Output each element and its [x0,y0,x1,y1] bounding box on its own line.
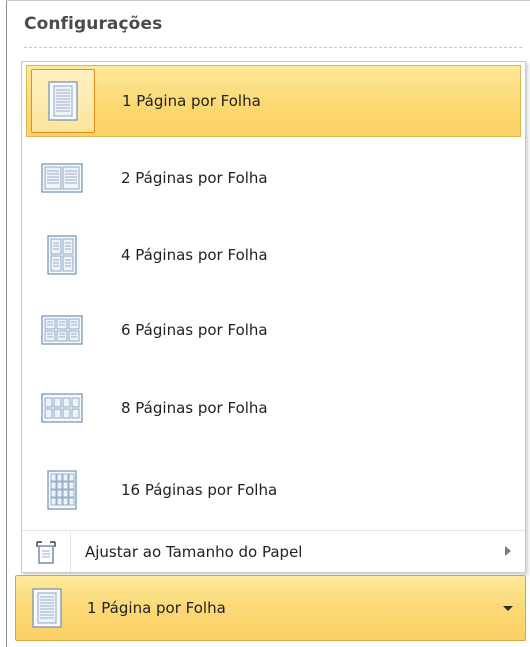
option-6-pages-per-sheet[interactable]: 6 Páginas por Folha [26,294,521,366]
option-1-page-per-sheet[interactable]: 1 Página por Folha [26,65,521,137]
window-border-left [6,0,7,647]
option-2-pages-per-sheet[interactable]: 2 Páginas por Folha [26,142,521,214]
eight-pages-per-sheet-icon [30,376,94,440]
chevron-right-icon [505,546,511,556]
one-page-per-sheet-icon [31,69,95,133]
section-title: Configurações [24,14,163,34]
menu-separator [22,530,525,531]
option-label: 6 Páginas por Folha [121,321,268,339]
two-pages-per-sheet-icon [30,146,94,210]
option-4-pages-per-sheet[interactable]: 4 Páginas por Folha [26,219,521,291]
scale-to-paper-size-item[interactable]: Ajustar ao Tamanho do Papel [22,532,525,572]
pages-per-sheet-combobox[interactable]: 1 Página por Folha [15,575,526,641]
option-8-pages-per-sheet[interactable]: 8 Páginas por Folha [26,372,521,444]
window-border-top [6,0,530,1]
scale-to-paper-label: Ajustar ao Tamanho do Papel [85,543,303,561]
dropdown-caret-icon[interactable] [503,606,513,611]
option-label: 8 Páginas por Folha [121,399,268,417]
combobox-value: 1 Página por Folha [87,599,226,617]
sixteen-pages-per-sheet-icon [30,458,94,522]
icon-column-divider [70,532,71,572]
section-divider [24,47,522,48]
six-pages-per-sheet-icon [30,298,94,362]
option-label: 4 Páginas por Folha [121,246,268,264]
scale-to-paper-icon [34,540,58,564]
option-label: 16 Páginas por Folha [121,481,278,499]
pages-per-sheet-dropdown: 1 Página por Folha 2 Páginas por Folha 4… [21,61,526,573]
one-page-per-sheet-icon [25,580,69,636]
four-pages-per-sheet-icon [30,223,94,287]
option-label: 1 Página por Folha [122,92,261,110]
option-label: 2 Páginas por Folha [121,169,268,187]
option-16-pages-per-sheet[interactable]: 16 Páginas por Folha [26,454,521,526]
